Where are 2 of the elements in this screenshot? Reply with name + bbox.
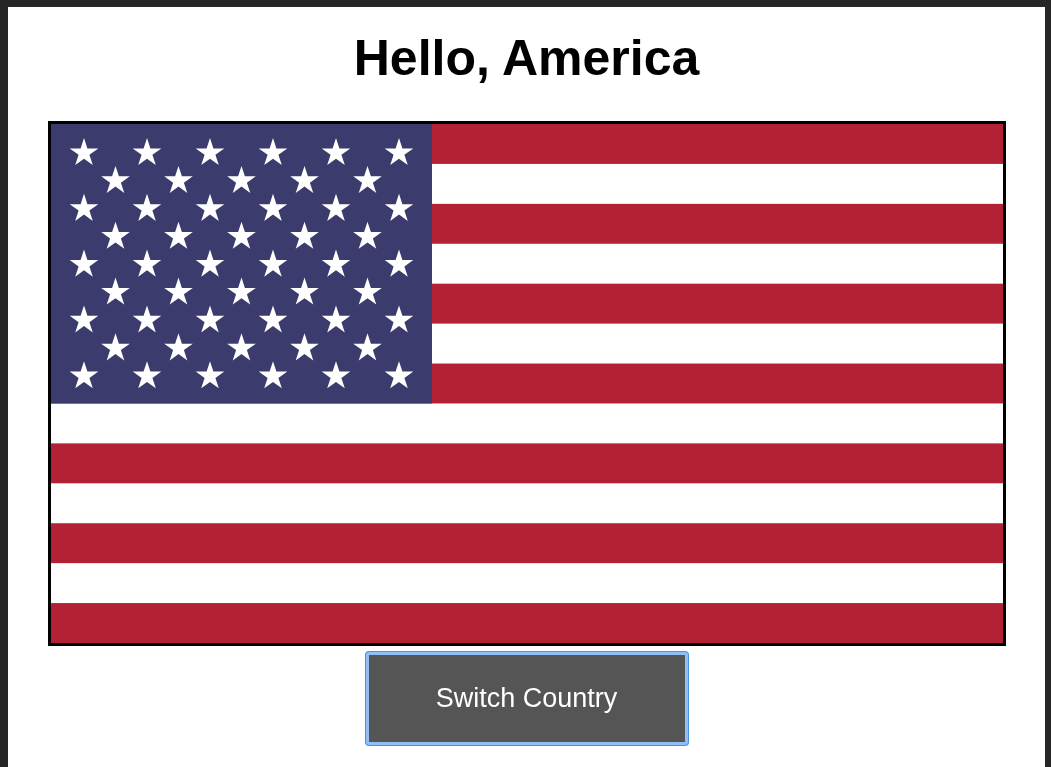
page-heading: Hello, America — [353, 29, 700, 87]
switch-country-button[interactable]: Switch Country — [365, 652, 688, 745]
